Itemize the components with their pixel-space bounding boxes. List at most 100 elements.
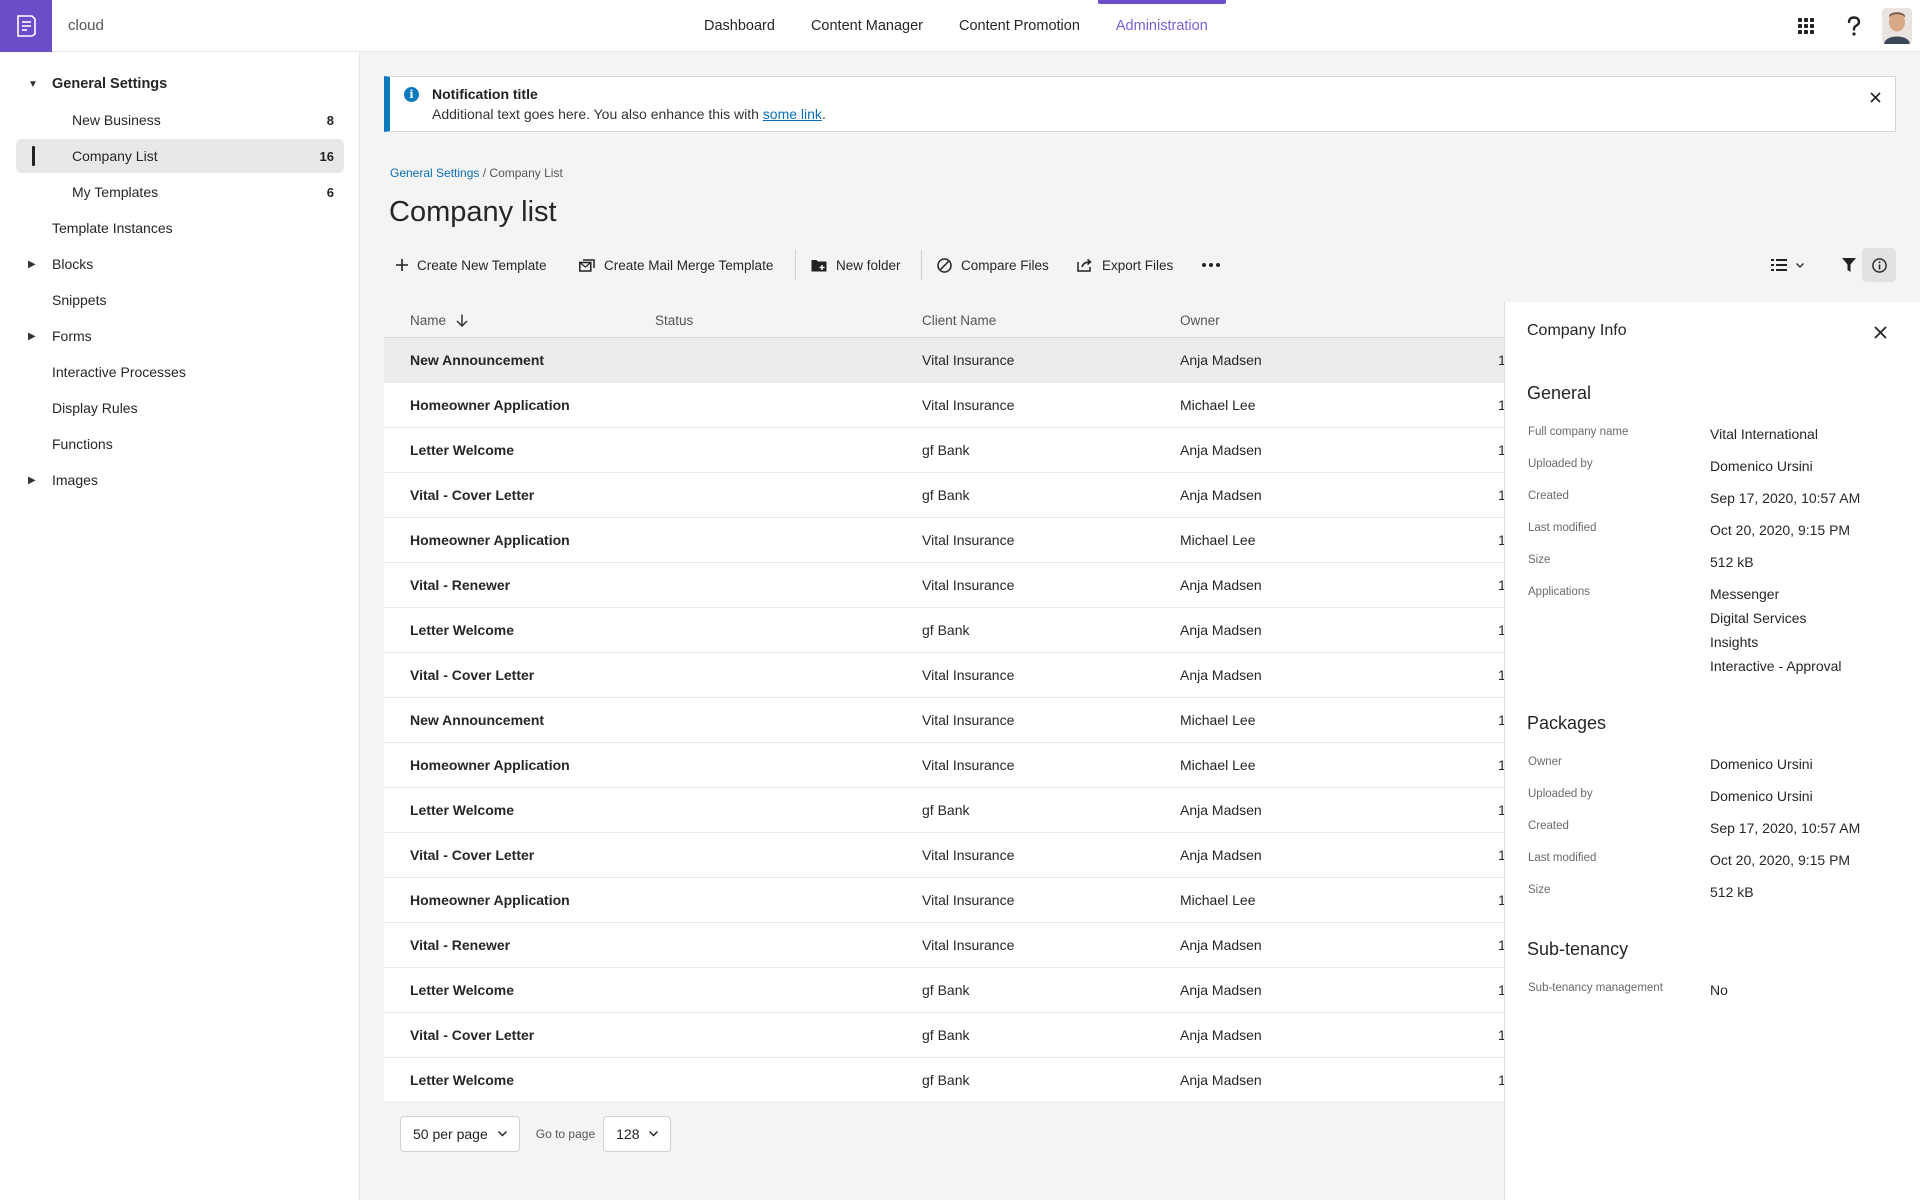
table-row[interactable]: Letter Welcome gf Bank Anja Madsen 1 xyxy=(384,428,1504,473)
create-new-template-button[interactable]: Create New Template xyxy=(396,248,547,282)
notification-banner: i Notification title Additional text goe… xyxy=(384,76,1896,132)
compare-files-button[interactable]: Compare Files xyxy=(937,248,1049,282)
table-row[interactable]: Vital - Cover Letter gf Bank Anja Madsen 1 xyxy=(384,1013,1504,1058)
cell-name: Homeowner Application xyxy=(410,757,570,773)
table-row[interactable]: Vital - Cover Letter gf Bank Anja Madsen 1 xyxy=(384,473,1504,518)
cell-client-name: gf Bank xyxy=(922,982,970,998)
cell-owner: Anja Madsen xyxy=(1180,352,1262,368)
info-value-application: Messenger xyxy=(1710,586,1780,602)
info-value: Vital International xyxy=(1710,426,1818,442)
help-icon xyxy=(1847,16,1861,36)
breadcrumb-current: Company List xyxy=(489,166,563,180)
compare-files-label: Compare Files xyxy=(961,257,1049,273)
table-row[interactable]: Homeowner Application Vital Insurance Mich… xyxy=(384,383,1504,428)
table-row[interactable]: Homeowner Application Vital Insurance Mich… xyxy=(384,743,1504,788)
apps-grid-button[interactable] xyxy=(1782,0,1830,52)
app-logo[interactable] xyxy=(0,0,52,52)
top-bar: cloud Dashboard Content Manager Content … xyxy=(0,0,1920,52)
cell-name: Letter Welcome xyxy=(410,442,514,458)
breadcrumb-general-settings[interactable]: General Settings xyxy=(390,166,479,180)
document-logo-icon xyxy=(17,15,36,37)
table-row[interactable]: Letter Welcome gf Bank Anja Madsen 1 xyxy=(384,788,1504,833)
per-page-select[interactable]: 50 per page xyxy=(400,1116,520,1152)
table-row[interactable]: Vital - Renewer Vital Insurance Anja Madse… xyxy=(384,563,1504,608)
nav-dashboard[interactable]: Dashboard xyxy=(686,0,793,52)
view-mode-dropdown[interactable] xyxy=(1762,248,1812,282)
cell-owner: Anja Madsen xyxy=(1180,1072,1262,1088)
sidebar-item-display-rules[interactable]: Display Rules xyxy=(16,391,344,425)
create-mail-merge-template-button[interactable]: Create Mail Merge Template xyxy=(579,248,773,282)
table-row[interactable]: Letter Welcome gf Bank Anja Madsen 1 xyxy=(384,608,1504,653)
info-key: Last modified xyxy=(1528,852,1597,864)
create-mail-merge-template-label: Create Mail Merge Template xyxy=(604,257,774,273)
export-files-label: Export Files xyxy=(1102,257,1174,273)
column-header-owner[interactable]: Owner xyxy=(1180,313,1220,328)
sidebar-item-general-settings[interactable]: ▼ General Settings xyxy=(16,67,344,101)
table-row[interactable]: Letter Welcome gf Bank Anja Madsen 1 xyxy=(384,1058,1504,1103)
table-row[interactable]: Vital - Cover Letter Vital Insurance Anja … xyxy=(384,653,1504,698)
breadcrumb: General Settings / Company List xyxy=(390,166,563,180)
column-header-client-name[interactable]: Client Name xyxy=(922,313,996,328)
table-row[interactable]: Vital - Cover Letter Vital Insurance Anja … xyxy=(384,833,1504,878)
new-folder-label: New folder xyxy=(836,257,901,273)
info-value: Oct 20, 2020, 9:15 PM xyxy=(1710,522,1851,538)
more-actions-button[interactable] xyxy=(1202,248,1229,282)
nav-content-manager[interactable]: Content Manager xyxy=(793,0,941,52)
cell-client-name: Vital Insurance xyxy=(922,532,1015,548)
sidebar-item-functions[interactable]: Functions xyxy=(16,427,344,461)
info-panel-toggle-button[interactable] xyxy=(1862,248,1896,282)
export-files-button[interactable]: Export Files xyxy=(1077,248,1173,282)
column-header-status[interactable]: Status xyxy=(655,313,693,328)
info-key: Uploaded by xyxy=(1528,458,1593,470)
cell-client-name: gf Bank xyxy=(922,487,970,503)
cell-name: Vital - Cover Letter xyxy=(410,667,535,683)
cell-name: Homeowner Application xyxy=(410,892,570,908)
column-header-name-label: Name xyxy=(410,313,447,328)
table-row[interactable]: Vital - Renewer Vital Insurance Anja Madse… xyxy=(384,923,1504,968)
new-folder-button[interactable]: New folder xyxy=(811,248,901,282)
info-value: Oct 20, 2020, 9:15 PM xyxy=(1710,852,1851,868)
compare-icon xyxy=(937,257,952,273)
table-row[interactable]: Homeowner Application Vital Insurance Mich… xyxy=(384,518,1504,563)
info-key: Created xyxy=(1528,820,1569,832)
sidebar-item-label: My Templates xyxy=(72,184,159,200)
help-button[interactable] xyxy=(1830,0,1878,52)
company-table: Name Status Client Name Owner New Announ… xyxy=(384,302,1504,1103)
go-to-page-select[interactable]: 128 xyxy=(603,1116,672,1152)
cell-name: Homeowner Application xyxy=(410,397,570,413)
info-key: Created xyxy=(1528,490,1569,502)
table-row[interactable]: Letter Welcome gf Bank Anja Madsen 1 xyxy=(384,968,1504,1013)
export-icon xyxy=(1077,258,1092,272)
nav-administration[interactable]: Administration xyxy=(1097,0,1226,52)
info-panel-close-button[interactable] xyxy=(1870,322,1890,342)
chevron-down-icon xyxy=(649,1131,659,1137)
column-header-name[interactable]: Name xyxy=(410,313,468,328)
user-avatar[interactable] xyxy=(1882,8,1912,44)
sidebar-item-label: Functions xyxy=(52,436,113,452)
cell-client-name: gf Bank xyxy=(922,622,970,638)
sidebar-item-new-business[interactable]: New Business 8 xyxy=(16,103,344,137)
sidebar-item-interactive-processes[interactable]: Interactive Processes xyxy=(16,355,344,389)
sidebar-item-snippets[interactable]: Snippets xyxy=(16,283,344,317)
sidebar-item-my-templates[interactable]: My Templates 6 xyxy=(16,175,344,209)
notification-link[interactable]: some link xyxy=(763,106,822,122)
info-key: Uploaded by xyxy=(1528,788,1593,800)
nav-content-promotion[interactable]: Content Promotion xyxy=(941,0,1098,52)
sidebar-item-template-instances[interactable]: Template Instances xyxy=(16,211,344,245)
table-row[interactable]: Homeowner Application Vital Insurance Mich… xyxy=(384,878,1504,923)
info-panel-title: Company Info xyxy=(1527,322,1627,339)
filter-button[interactable] xyxy=(1832,248,1866,282)
cell-owner: Anja Madsen xyxy=(1180,1027,1262,1043)
sidebar-item-company-list[interactable]: Company List 16 xyxy=(16,139,344,173)
sidebar-item-label: Display Rules xyxy=(52,400,138,416)
sidebar-item-blocks[interactable]: ▶ Blocks xyxy=(16,247,344,281)
sidebar-item-images[interactable]: ▶ Images xyxy=(16,463,344,497)
sidebar-item-label: Blocks xyxy=(52,256,94,272)
sidebar-item-forms[interactable]: ▶ Forms xyxy=(16,319,344,353)
notification-close-button[interactable] xyxy=(1865,87,1885,107)
table-row[interactable]: New Announcement Vital Insurance Michael L… xyxy=(384,698,1504,743)
cell-name: Vital - Renewer xyxy=(410,577,511,593)
cell-name: Vital - Renewer xyxy=(410,937,511,953)
table-row[interactable]: New Announcement Vital Insurance Anja Mads… xyxy=(384,338,1504,383)
info-value-application: Insights xyxy=(1710,634,1759,650)
